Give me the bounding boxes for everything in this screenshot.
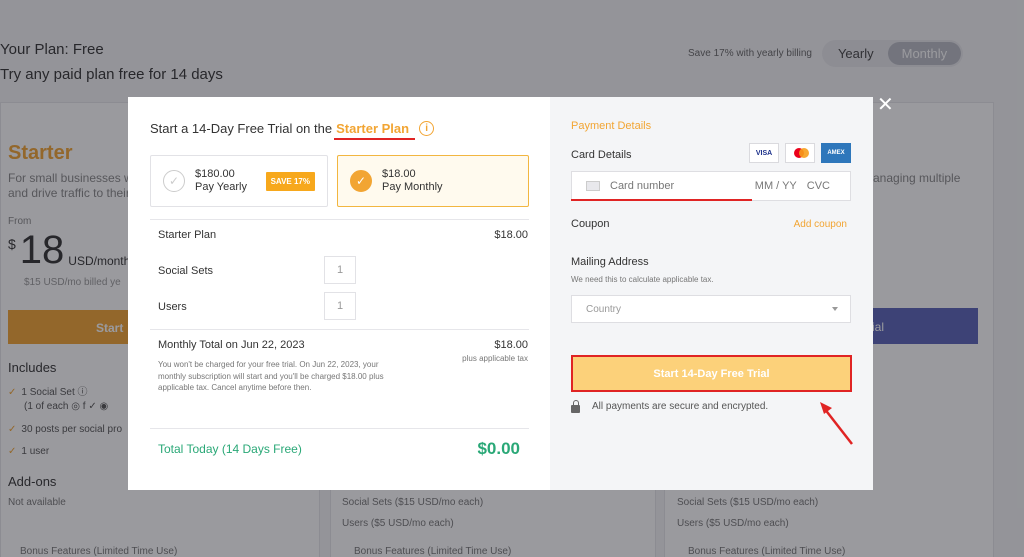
card-brand-icons: VISA AMEX xyxy=(749,143,851,163)
card-number-input[interactable]: Card number xyxy=(610,180,755,192)
pay-monthly-option[interactable]: ✓ $18.00 Pay Monthly xyxy=(337,155,529,207)
card-number-field[interactable]: Card number MM / YY CVC xyxy=(571,171,851,201)
plus-tax-note: plus applicable tax xyxy=(462,354,528,363)
summary-divider xyxy=(150,428,529,429)
monthly-total-value: $18.00 xyxy=(494,339,528,351)
payment-details-title: Payment Details xyxy=(571,120,652,132)
modal-heading: Start a 14-Day Free Trial on the Starter… xyxy=(150,121,435,140)
card-expiry-input[interactable]: MM / YY xyxy=(755,180,797,192)
monthly-total-label: Monthly Total on Jun 22, 2023 xyxy=(158,339,305,351)
yearly-price: $180.00 xyxy=(195,168,235,180)
save-badge: SAVE 17% xyxy=(265,172,315,191)
amex-icon: AMEX xyxy=(821,143,851,163)
credit-card-icon xyxy=(586,181,600,191)
social-sets-quantity[interactable]: 1 xyxy=(324,256,356,284)
heading-plan-name: Starter Plan xyxy=(334,121,416,140)
caret-down-icon xyxy=(832,307,838,311)
add-coupon-link[interactable]: Add coupon xyxy=(794,219,847,230)
close-modal-icon[interactable]: ✕ xyxy=(877,95,894,115)
info-icon[interactable]: i xyxy=(419,121,435,136)
secure-payment-note: All payments are secure and encrypted. xyxy=(571,399,769,413)
coupon-label: Coupon xyxy=(571,218,610,230)
card-cvc-input[interactable]: CVC xyxy=(807,180,830,192)
total-today-label: Total Today (14 Days Free) xyxy=(158,442,302,456)
pay-yearly-option[interactable]: ✓ $180.00 Pay Yearly SAVE 17% xyxy=(150,155,328,207)
summary-plan-value: $18.00 xyxy=(494,229,528,241)
yearly-label: Pay Yearly xyxy=(195,181,247,193)
radio-unchecked-icon[interactable]: ✓ xyxy=(163,170,185,192)
lock-icon xyxy=(571,399,580,413)
plan-summary-panel: Start a 14-Day Free Trial on the Starter… xyxy=(128,97,550,490)
start-free-trial-button[interactable]: Start 14-Day Free Trial xyxy=(571,355,852,392)
option-text: $180.00 Pay Yearly xyxy=(195,168,247,194)
secure-note-text: All payments are secure and encrypted. xyxy=(592,401,769,412)
radio-checked-icon[interactable]: ✓ xyxy=(350,170,372,192)
option-text: $18.00 Pay Monthly xyxy=(382,168,443,194)
mastercard-icon xyxy=(785,143,815,163)
users-label: Users xyxy=(158,301,187,313)
social-sets-label: Social Sets xyxy=(158,265,214,277)
mailing-address-note: We need this to calculate applicable tax… xyxy=(571,275,714,284)
mailing-address-label: Mailing Address xyxy=(571,256,649,268)
visa-icon: VISA xyxy=(749,143,779,163)
heading-prefix: Start a 14-Day Free Trial on the xyxy=(150,121,333,136)
monthly-price: $18.00 xyxy=(382,168,416,180)
users-quantity[interactable]: 1 xyxy=(324,292,356,320)
country-placeholder: Country xyxy=(586,303,622,315)
total-today-value: $0.00 xyxy=(477,439,520,458)
annotation-arrow-icon xyxy=(820,402,853,445)
free-trial-modal: Start a 14-Day Free Trial on the Starter… xyxy=(128,97,873,490)
summary-divider xyxy=(150,329,529,330)
card-details-label: Card Details xyxy=(571,149,632,161)
summary-plan-label: Starter Plan xyxy=(158,229,217,241)
trial-fine-print: You won't be charged for your free trial… xyxy=(158,360,384,392)
summary-divider xyxy=(150,219,529,220)
annotation-underline xyxy=(571,199,752,201)
monthly-label: Pay Monthly xyxy=(382,181,443,193)
country-select[interactable]: Country xyxy=(571,295,851,323)
